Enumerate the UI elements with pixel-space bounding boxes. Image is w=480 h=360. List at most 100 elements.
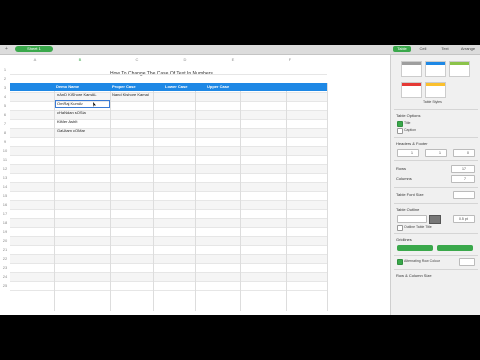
cell-b5[interactable]: KiMer AshIt <box>55 118 77 126</box>
divider <box>394 187 478 188</box>
table-row[interactable] <box>10 147 327 156</box>
format-sidebar: Table Styles Table Options Title Caption… <box>390 55 480 315</box>
column-header-c[interactable]: C <box>122 57 152 63</box>
header-proper-case[interactable]: Proper Case <box>110 83 136 91</box>
divider <box>394 109 478 110</box>
tab-table[interactable]: Table <box>393 46 411 52</box>
divider <box>394 137 478 138</box>
outline-title-label: Outline Table Title <box>404 225 432 229</box>
table-row[interactable] <box>10 228 327 237</box>
table-row[interactable] <box>10 174 327 183</box>
outline-style-select[interactable] <box>397 215 427 223</box>
footer-rows-stepper[interactable]: 0 <box>453 149 475 157</box>
outline-title-checkbox[interactable] <box>397 225 403 231</box>
row-header[interactable]: 20 <box>0 238 10 243</box>
table-row[interactable] <box>10 219 327 228</box>
table-row[interactable] <box>10 264 327 273</box>
table-row[interactable] <box>10 237 327 246</box>
table-row[interactable] <box>10 192 327 201</box>
row-header[interactable]: 15 <box>0 193 10 198</box>
column-header-a[interactable]: A <box>20 57 50 63</box>
table-row[interactable] <box>10 273 327 282</box>
table-row[interactable] <box>10 138 327 147</box>
selected-cell[interactable] <box>55 100 110 108</box>
row-header[interactable]: 9 <box>0 139 10 144</box>
table-row[interactable] <box>10 255 327 264</box>
row-header[interactable]: 21 <box>0 247 10 252</box>
table-style-5[interactable] <box>425 82 446 98</box>
header-columns-stepper[interactable]: 1 <box>425 149 447 157</box>
table-row[interactable] <box>10 282 327 291</box>
row-header[interactable]: 12 <box>0 166 10 171</box>
caption-checkbox[interactable] <box>397 128 403 134</box>
column-header-e[interactable]: E <box>218 57 248 63</box>
table-header-row: Demo Name Proper Case Lower Case Upper C… <box>10 83 327 91</box>
gridlines-right-toggle[interactable] <box>437 245 473 251</box>
table-style-2[interactable] <box>425 61 446 77</box>
outline-width-field[interactable]: 0.5 pt <box>453 215 475 223</box>
table-row[interactable] <box>10 66 327 75</box>
alternating-row-checkbox[interactable] <box>397 259 403 265</box>
title-checkbox[interactable] <box>397 121 403 127</box>
header-demo-name[interactable]: Demo Name <box>54 83 79 91</box>
table-font-size-label: Table Font Size <box>396 192 424 197</box>
row-header[interactable]: 10 <box>0 148 10 153</box>
row-header[interactable]: 11 <box>0 157 10 162</box>
cell-c2[interactable]: Nand Kishore Kamal <box>110 91 149 99</box>
column-header-f[interactable]: F <box>275 57 305 63</box>
row-header[interactable]: 24 <box>0 274 10 279</box>
row-header[interactable]: 17 <box>0 211 10 216</box>
row-header[interactable]: 2 <box>0 76 10 81</box>
header-rows-stepper[interactable]: 1 <box>397 149 419 157</box>
row-header[interactable]: 5 <box>0 103 10 108</box>
row-header[interactable]: 3 <box>0 85 10 90</box>
font-size-stepper[interactable] <box>453 191 475 199</box>
column-header-b[interactable]: B <box>65 57 95 63</box>
row-header[interactable]: 13 <box>0 175 10 180</box>
columns-label: Columns <box>396 176 412 181</box>
column-header-d[interactable]: D <box>170 57 200 63</box>
add-sheet-button[interactable]: + <box>5 46 8 52</box>
column-divider <box>110 83 111 311</box>
table-row[interactable] <box>10 183 327 192</box>
row-header[interactable]: 22 <box>0 256 10 261</box>
row-header[interactable]: 18 <box>0 220 10 225</box>
row-header[interactable]: 1 <box>0 67 10 72</box>
sheet-tab[interactable]: Sheet 1 <box>15 46 53 52</box>
row-header[interactable]: 19 <box>0 229 10 234</box>
header-lower-case[interactable]: Lower Case <box>163 83 187 91</box>
row-header[interactable]: 8 <box>0 130 10 135</box>
table-row[interactable] <box>10 201 327 210</box>
cell-b6[interactable]: GaUtam cOMar <box>55 127 85 135</box>
cell-b4[interactable]: cHaNdan sOSia <box>55 109 86 117</box>
table-row[interactable] <box>10 246 327 255</box>
table-row[interactable] <box>10 210 327 219</box>
tab-text[interactable]: Text <box>437 46 453 52</box>
row-header[interactable]: 14 <box>0 184 10 189</box>
tab-arrange[interactable]: Arrange <box>457 46 479 52</box>
outline-color-well[interactable] <box>429 215 441 224</box>
divider <box>394 233 478 234</box>
table-style-3[interactable] <box>449 61 470 77</box>
gridlines-left-toggle[interactable] <box>397 245 433 251</box>
header-upper-case[interactable]: Upper Case <box>205 83 229 91</box>
table-row[interactable] <box>10 156 327 165</box>
table-row[interactable] <box>10 165 327 174</box>
row-header[interactable]: 16 <box>0 202 10 207</box>
table-styles-label: Table Styles <box>423 100 442 104</box>
alternating-row-label: Alternating Row Colour <box>404 259 440 263</box>
rows-stepper[interactable]: 17 <box>451 165 475 173</box>
cell-b2[interactable]: nAnD KiShore KamAL <box>55 91 97 99</box>
row-header[interactable]: 25 <box>0 283 10 288</box>
tab-cell[interactable]: Cell <box>415 46 431 52</box>
table-style-4[interactable] <box>401 82 422 98</box>
divider <box>394 255 478 256</box>
row-header[interactable]: 23 <box>0 265 10 270</box>
table-style-1[interactable] <box>401 61 422 77</box>
row-header[interactable]: 6 <box>0 112 10 117</box>
alternating-color-well[interactable] <box>459 258 475 266</box>
row-header[interactable]: 4 <box>0 94 10 99</box>
sheet-bar: + Sheet 1 Table Cell Text Arrange <box>0 45 480 55</box>
row-header[interactable]: 7 <box>0 121 10 126</box>
columns-stepper[interactable]: 7 <box>451 175 475 183</box>
